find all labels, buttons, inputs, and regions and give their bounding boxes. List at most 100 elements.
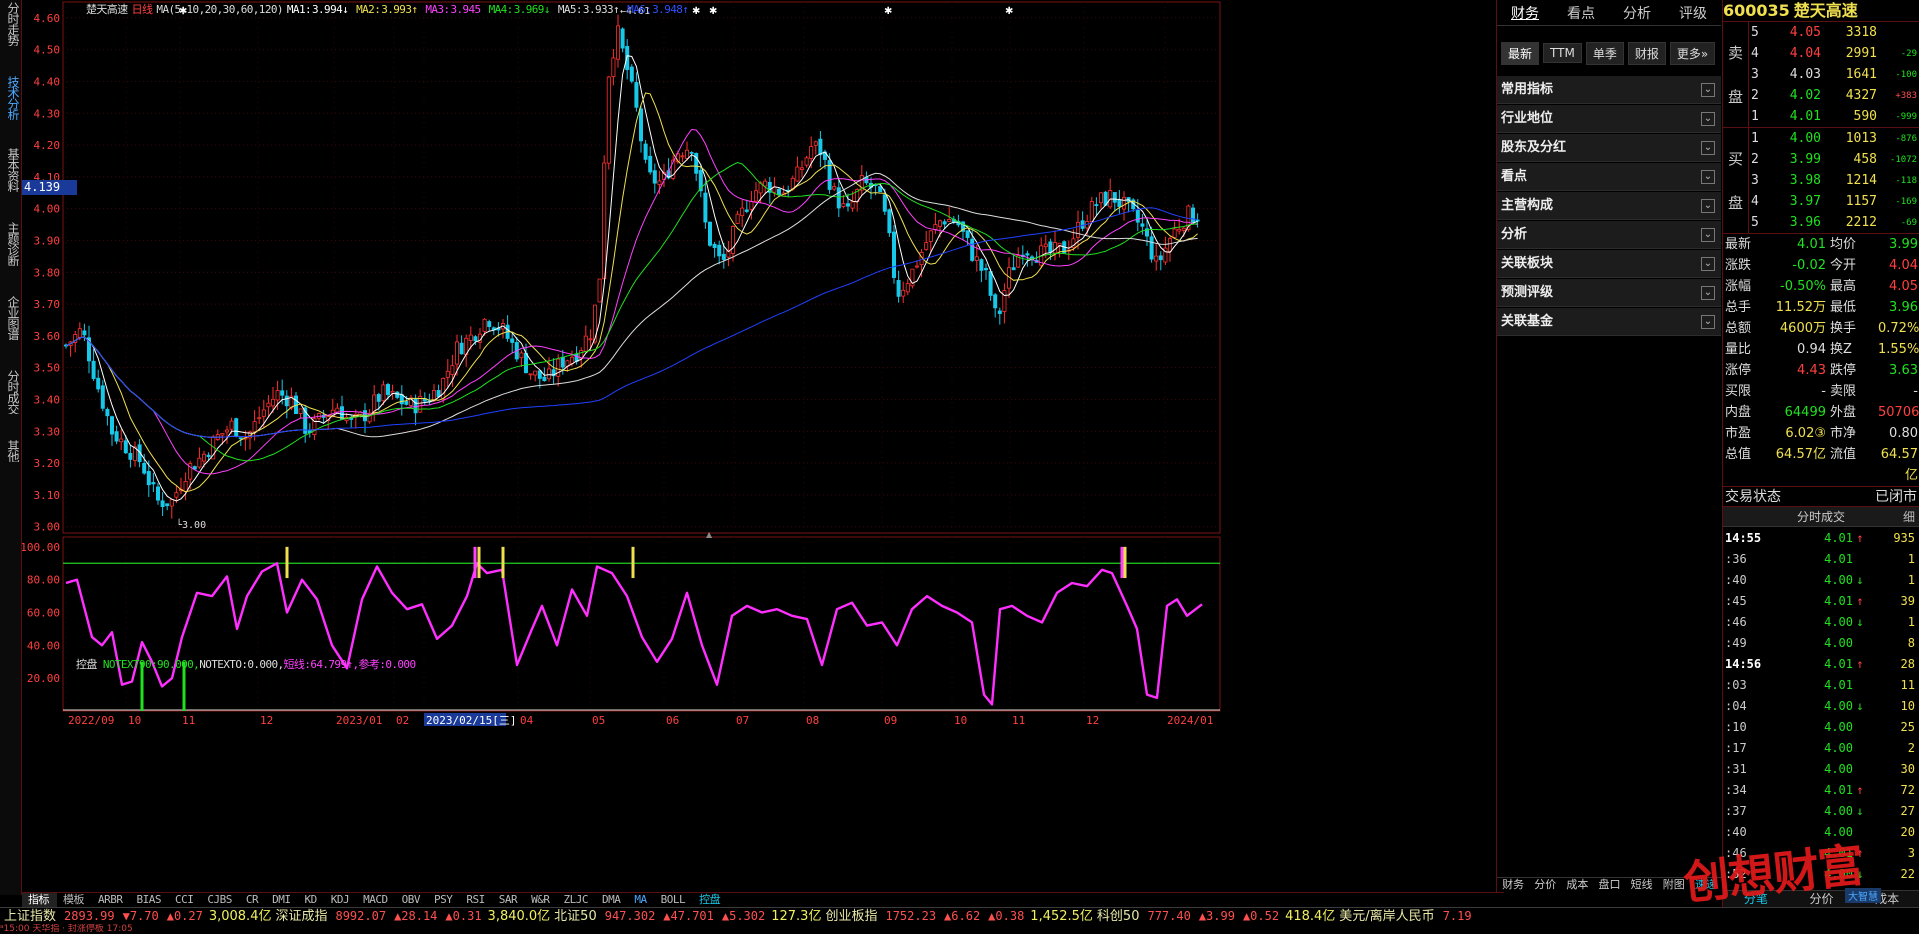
- indicator-tab-1[interactable]: 模板: [57, 893, 92, 907]
- panel1-bottom-tab-2[interactable]: 成本: [1561, 878, 1593, 892]
- finance-section-7[interactable]: 预测评级 ⌄: [1497, 279, 1721, 307]
- chevron-down-icon[interactable]: ⌄: [1701, 141, 1715, 155]
- indicator-tab-20[interactable]: 控盘: [693, 893, 728, 907]
- level-num: 1: [1751, 109, 1759, 124]
- chevron-down-icon[interactable]: ⌄: [1701, 83, 1715, 97]
- sell-level-4[interactable]: 4 4.04 2991 -29: [1751, 43, 1919, 64]
- left-tab-5[interactable]: 分时成交: [2, 370, 19, 414]
- indicator-tick-label: 60.00: [27, 607, 60, 620]
- finance-tab-1[interactable]: 看点: [1553, 3, 1609, 23]
- finance-sub-button-4[interactable]: 更多»: [1669, 41, 1716, 65]
- indicator-tab-2[interactable]: ARBR: [92, 893, 131, 907]
- kline-chart[interactable]: 4.604.504.404.304.204.104.003.903.803.70…: [22, 0, 1224, 892]
- level-change: -29: [1900, 48, 1917, 59]
- buy-level-4[interactable]: 4 3.97 1157 -169: [1751, 191, 1919, 212]
- finance-sub-button-3[interactable]: 财报: [1627, 41, 1666, 65]
- indicator-tab-13[interactable]: RSI: [460, 893, 492, 907]
- candle: [459, 335, 464, 355]
- panel1-bottom-tab-4[interactable]: 短线: [1626, 878, 1658, 892]
- sell-level-2[interactable]: 2 4.02 4327 +383: [1751, 85, 1919, 106]
- panel1-bottom-tab-0[interactable]: 财务: [1497, 878, 1529, 892]
- candle: [257, 406, 262, 424]
- event-marker[interactable]: ✱: [1005, 6, 1013, 17]
- ticker-item-1[interactable]: 深证成指 8992.07 ▲28.14 ▲0.31 3,840.0亿: [271, 909, 550, 924]
- chevron-down-icon[interactable]: ⌄: [1701, 257, 1715, 271]
- chevron-down-icon[interactable]: ⌄: [1701, 199, 1715, 213]
- finance-tab-0[interactable]: 财务: [1497, 3, 1553, 23]
- finance-section-5[interactable]: 分析 ⌄: [1497, 221, 1721, 249]
- ticker-item-2[interactable]: 北证50 947.302 ▲47.701 ▲5.302 127.3亿: [550, 909, 821, 924]
- indicator-tab-10[interactable]: MACD: [357, 893, 396, 907]
- candle: [813, 140, 818, 155]
- sell-level-3[interactable]: 3 4.03 1641 -100: [1751, 64, 1919, 85]
- left-tab-6[interactable]: 其他: [2, 440, 19, 462]
- buy-level-5[interactable]: 5 3.96 2212 -69: [1751, 212, 1919, 233]
- finance-section-1[interactable]: 行业地位 ⌄: [1497, 105, 1721, 133]
- ticker-item-5[interactable]: 美元/离岸人民币 7.19: [1335, 909, 1471, 924]
- buy-level-1[interactable]: 1 4.00 1013 -876: [1751, 128, 1919, 149]
- ticker-name: 北证50: [554, 909, 597, 924]
- indicator-tab-6[interactable]: CR: [240, 893, 266, 907]
- indicator-tab-5[interactable]: CJBS: [201, 893, 240, 907]
- finance-section-4[interactable]: 主营构成 ⌄: [1497, 192, 1721, 220]
- ticker-item-4[interactable]: 科创50 777.40 ▲3.99 ▲0.52 418.4亿: [1093, 909, 1335, 924]
- ma-values: MA1:3.994↓ MA2:3.993↑ MA3:3.945 MA4:3.969↓ M…: [287, 3, 696, 16]
- event-marker[interactable]: ✱: [884, 6, 892, 17]
- ticks-detail-button[interactable]: 细: [1903, 507, 1915, 527]
- finance-section-0[interactable]: 常用指标 ⌄: [1497, 76, 1721, 104]
- price-tick-label: 3.40: [34, 393, 61, 406]
- finance-section-3[interactable]: 看点 ⌄: [1497, 163, 1721, 191]
- finance-sub-button-0[interactable]: 最新: [1501, 41, 1540, 65]
- finance-tab-3[interactable]: 评级: [1665, 3, 1721, 23]
- chevron-down-icon[interactable]: ⌄: [1701, 315, 1715, 329]
- panel1-bottom-tab-1[interactable]: 分价: [1529, 878, 1561, 892]
- candle: [910, 268, 915, 289]
- indicator-tab-15[interactable]: W&R: [525, 893, 557, 907]
- panel1-bottom-tab-3[interactable]: 盘口: [1593, 878, 1625, 892]
- left-tab-0[interactable]: 分时走势: [2, 2, 19, 46]
- left-tab-1[interactable]: 技术分析: [2, 76, 19, 120]
- news-ticker[interactable]: ᵃ15:00 天华指 · 封涨停板 17:05: [0, 924, 1919, 934]
- left-tab-2[interactable]: 基本资料: [2, 148, 19, 192]
- period-label[interactable]: 日线: [132, 3, 153, 16]
- sell-level-1[interactable]: 1 4.01 590 -999: [1751, 106, 1919, 127]
- indicator-tab-17[interactable]: DMA: [596, 893, 628, 907]
- finance-section-6[interactable]: 关联板块 ⌄: [1497, 250, 1721, 278]
- indicator-tab-9[interactable]: KDJ: [325, 893, 357, 907]
- buy-level-3[interactable]: 3 3.98 1214 -118: [1751, 170, 1919, 191]
- indicator-tab-14[interactable]: SAR: [493, 893, 525, 907]
- finance-sub-button-2[interactable]: 单季: [1585, 41, 1624, 65]
- finance-tab-2[interactable]: 分析: [1609, 3, 1665, 23]
- tick-arrow: ↑: [1856, 656, 1864, 671]
- chevron-down-icon[interactable]: ⌄: [1701, 286, 1715, 300]
- ticker-change: ▲28.14: [394, 909, 438, 923]
- indicator-tab-8[interactable]: KD: [299, 893, 325, 907]
- indicator-tab-3[interactable]: BIAS: [131, 893, 170, 907]
- finance-sub-button-1[interactable]: TTM: [1543, 43, 1582, 63]
- chevron-down-icon[interactable]: ⌄: [1701, 112, 1715, 126]
- sell-level-5[interactable]: 5 4.05 3318: [1751, 22, 1919, 43]
- left-tab-4[interactable]: 企业图谱: [2, 296, 19, 340]
- finance-section-2[interactable]: 股东及分红 ⌄: [1497, 134, 1721, 162]
- splitter-handle[interactable]: ▲: [706, 530, 713, 539]
- ticker-item-0[interactable]: 上证指数 2893.99 ▼7.70 ▲0.27 3,008.4亿: [0, 909, 271, 924]
- buy-level-2[interactable]: 2 3.99 458 -1072: [1751, 149, 1919, 170]
- date-tick-label: 07: [736, 714, 749, 727]
- indicator-tab-18[interactable]: MA: [628, 893, 654, 907]
- indicator-tab-0[interactable]: 指标: [22, 893, 57, 907]
- indicator-tab-4[interactable]: CCI: [169, 893, 201, 907]
- indicator-tab-19[interactable]: BOLL: [655, 893, 694, 907]
- indicator-tab-16[interactable]: ZLJC: [558, 893, 597, 907]
- finance-section-8[interactable]: 关联基金 ⌄: [1497, 308, 1721, 336]
- indicator-tab-11[interactable]: OBV: [396, 893, 428, 907]
- quote-key: 均价: [1830, 237, 1857, 252]
- buy-book: 买盘 1 4.00 1013 -876 2 3.99 458 -1072 3 3.98 1214 -1…: [1723, 128, 1919, 234]
- ticker-item-3[interactable]: 创业板指 1752.23 ▲6.62 ▲0.38 1,452.5亿: [821, 909, 1092, 924]
- chevron-down-icon[interactable]: ⌄: [1701, 170, 1715, 184]
- left-tab-3[interactable]: 主题诊断: [2, 222, 19, 266]
- chevron-down-icon[interactable]: ⌄: [1701, 228, 1715, 242]
- indicator-tab-12[interactable]: PSY: [428, 893, 460, 907]
- event-marker[interactable]: ✱: [709, 6, 717, 17]
- indicator-tab-7[interactable]: DMI: [266, 893, 298, 907]
- candle: [643, 140, 648, 164]
